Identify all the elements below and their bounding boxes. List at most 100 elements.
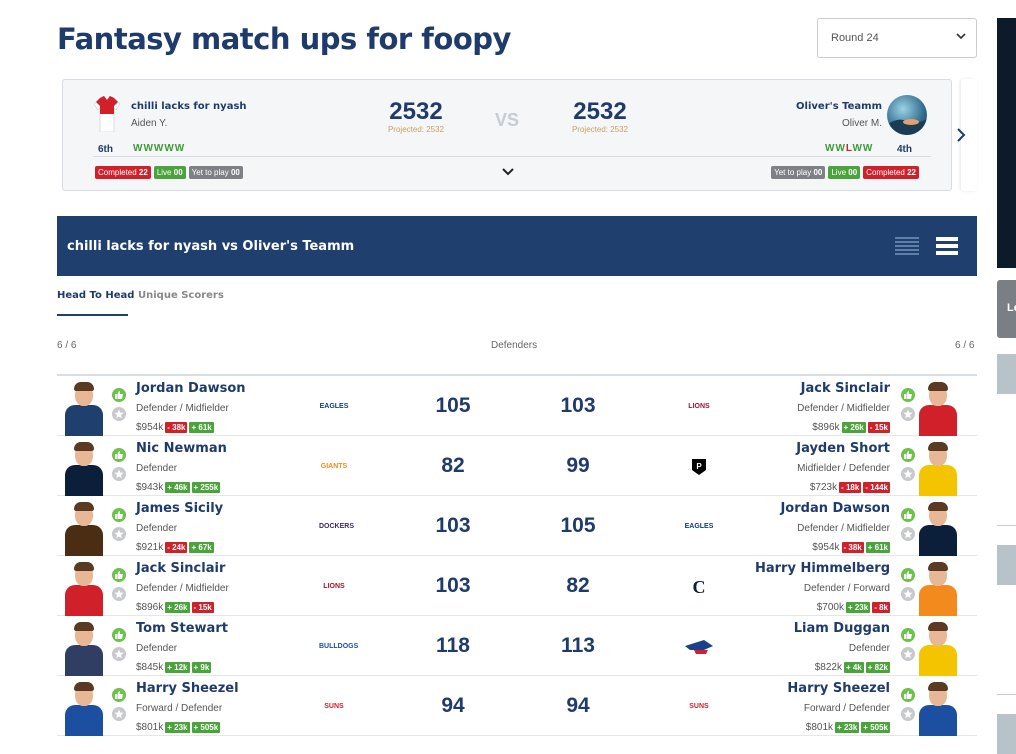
right-team-score: 2532 — [573, 98, 627, 125]
tab-head-to-head[interactable]: Head To Head — [57, 290, 134, 301]
player-photo — [62, 380, 106, 436]
left-team-name[interactable]: chilli lacks for nyash — [131, 101, 247, 112]
star-icon[interactable] — [112, 467, 126, 481]
thumbs-up-icon[interactable] — [901, 388, 915, 402]
thumbs-up-icon[interactable] — [901, 568, 915, 582]
player-photo — [62, 620, 106, 676]
banner-title: chilli lacks for nyash vs Oliver's Teamm — [67, 239, 355, 254]
right-team-projected: Projected: 2532 — [571, 125, 629, 134]
thumbs-up-icon[interactable] — [112, 688, 126, 702]
price-change-badge: + 26k — [841, 422, 866, 433]
right-player-name[interactable]: Harry Sheezel — [787, 681, 890, 696]
list-view-icon[interactable] — [936, 236, 958, 256]
thumbs-up-icon[interactable] — [901, 688, 915, 702]
left-player-name[interactable]: Nic Newman — [136, 441, 227, 456]
star-icon[interactable] — [901, 407, 915, 421]
right-player-score: 105 — [560, 514, 596, 537]
thumbs-up-icon[interactable] — [112, 508, 126, 522]
side-tab[interactable]: Le — [997, 280, 1016, 338]
price-value: $723k — [809, 482, 838, 493]
left-player-name[interactable]: Harry Sheezel — [136, 681, 239, 696]
vs-label: VS — [495, 110, 520, 130]
star-icon[interactable] — [901, 647, 915, 661]
left-position-count: 6 / 6 — [57, 340, 77, 351]
player-photo — [916, 560, 960, 616]
matchup-card[interactable]: chilli lacks for nyash Aiden Y. 6th WWWW… — [62, 79, 952, 191]
round-select-value: Round 24 — [831, 32, 879, 44]
round-select[interactable]: Round 24 — [817, 18, 977, 58]
left-player-name[interactable]: Jordan Dawson — [136, 381, 246, 396]
right-player-score: 82 — [566, 574, 590, 597]
player-row[interactable]: Jack Sinclair Defender / Midfielder $896… — [57, 556, 977, 616]
left-player-score: 82 — [441, 454, 465, 477]
left-player-price: $943k + 46k + 255k — [136, 482, 221, 493]
player-row[interactable]: Tom Stewart Defender $845k + 12k + 9k BUL… — [57, 616, 977, 676]
side-thumbnail[interactable] — [997, 714, 1016, 754]
tab-unique-scorers[interactable]: Unique Scorers — [138, 290, 224, 301]
side-thumbnail[interactable] — [997, 545, 1016, 585]
star-icon[interactable] — [112, 587, 126, 601]
live-badge: Live 00 — [828, 166, 861, 179]
club-logo: SUNS — [324, 703, 344, 710]
star-icon[interactable] — [112, 707, 126, 721]
side-thumbnail[interactable] — [997, 354, 1016, 394]
price-value: $896k — [136, 602, 164, 613]
right-player-name[interactable]: Harry Himmelberg — [755, 561, 890, 576]
right-player-name[interactable]: Jayden Short — [796, 441, 890, 456]
right-player-name[interactable]: Jordan Dawson — [780, 501, 890, 516]
right-player-price: $801k + 23k + 505k — [806, 722, 890, 733]
right-player-position: Defender / Midfielder — [797, 403, 890, 414]
right-player-name[interactable]: Liam Duggan — [794, 621, 890, 636]
star-icon[interactable] — [901, 467, 915, 481]
left-player-position: Defender — [136, 643, 178, 654]
left-team-projected: Projected: 2532 — [387, 125, 445, 134]
right-team-name[interactable]: Oliver's Teamm — [796, 101, 882, 112]
star-icon[interactable] — [112, 647, 126, 661]
compact-view-icon[interactable] — [895, 236, 919, 256]
price-change-badge: + 23k — [845, 602, 871, 613]
thumbs-up-icon[interactable] — [112, 628, 126, 642]
right-player-name[interactable]: Jack Sinclair — [801, 381, 890, 396]
player-row[interactable]: James Sicily Defender $921k - 24k + 67k D… — [57, 496, 977, 556]
left-player-name[interactable]: James Sicily — [136, 501, 223, 516]
player-row[interactable]: Jordan Dawson Defender / Midfielder $954… — [57, 376, 977, 436]
price-change-badge: + 46k — [165, 482, 190, 493]
price-change-badge: - 15k — [867, 422, 890, 433]
right-player-position: Midfielder / Defender — [797, 463, 890, 474]
thumbs-up-icon[interactable] — [112, 568, 126, 582]
chevron-right-icon[interactable] — [955, 126, 967, 144]
star-icon[interactable] — [901, 527, 915, 541]
star-icon[interactable] — [112, 407, 126, 421]
price-change-badge: - 38k — [841, 542, 864, 553]
left-player-name[interactable]: Jack Sinclair — [136, 561, 225, 576]
thumbs-up-icon[interactable] — [901, 628, 915, 642]
right-player-position: Defender — [848, 643, 890, 654]
thumbs-up-icon[interactable] — [112, 388, 126, 402]
star-icon[interactable] — [901, 587, 915, 601]
club-logo: EAGLES — [684, 523, 714, 530]
right-player-price: $954k - 38k + 61k — [812, 542, 890, 553]
thumbs-up-icon[interactable] — [901, 448, 915, 462]
thumbs-up-icon[interactable] — [901, 508, 915, 522]
star-icon[interactable] — [901, 707, 915, 721]
right-team-rank: 4th — [897, 144, 912, 155]
expand-chevron-icon[interactable] — [501, 167, 515, 177]
left-player-score: 94 — [441, 694, 465, 717]
right-player-price: $700k + 23k - 8k — [817, 602, 890, 613]
player-row[interactable]: Nic Newman Defender $943k + 46k + 255k GI… — [57, 436, 977, 496]
player-row[interactable]: Harry Sheezel Forward / Defender $801k +… — [57, 676, 977, 736]
star-icon[interactable] — [112, 527, 126, 541]
price-value: $943k — [136, 482, 164, 493]
thumbs-up-icon[interactable] — [112, 448, 126, 462]
player-photo — [62, 440, 106, 496]
left-player-name[interactable]: Tom Stewart — [136, 621, 228, 636]
player-photo — [62, 500, 106, 556]
price-change-badge: + 23k — [165, 722, 190, 733]
chevron-down-icon — [956, 33, 966, 40]
player-photo — [62, 680, 106, 736]
right-status-badges: Yet to play 00 Live 00 Completed 22 — [771, 166, 919, 179]
price-value: $896k — [812, 422, 840, 433]
left-player-position: Defender / Midfielder — [136, 403, 229, 414]
club-logo: DOCKERS — [319, 523, 355, 530]
price-change-badge: + 23k — [835, 722, 860, 733]
